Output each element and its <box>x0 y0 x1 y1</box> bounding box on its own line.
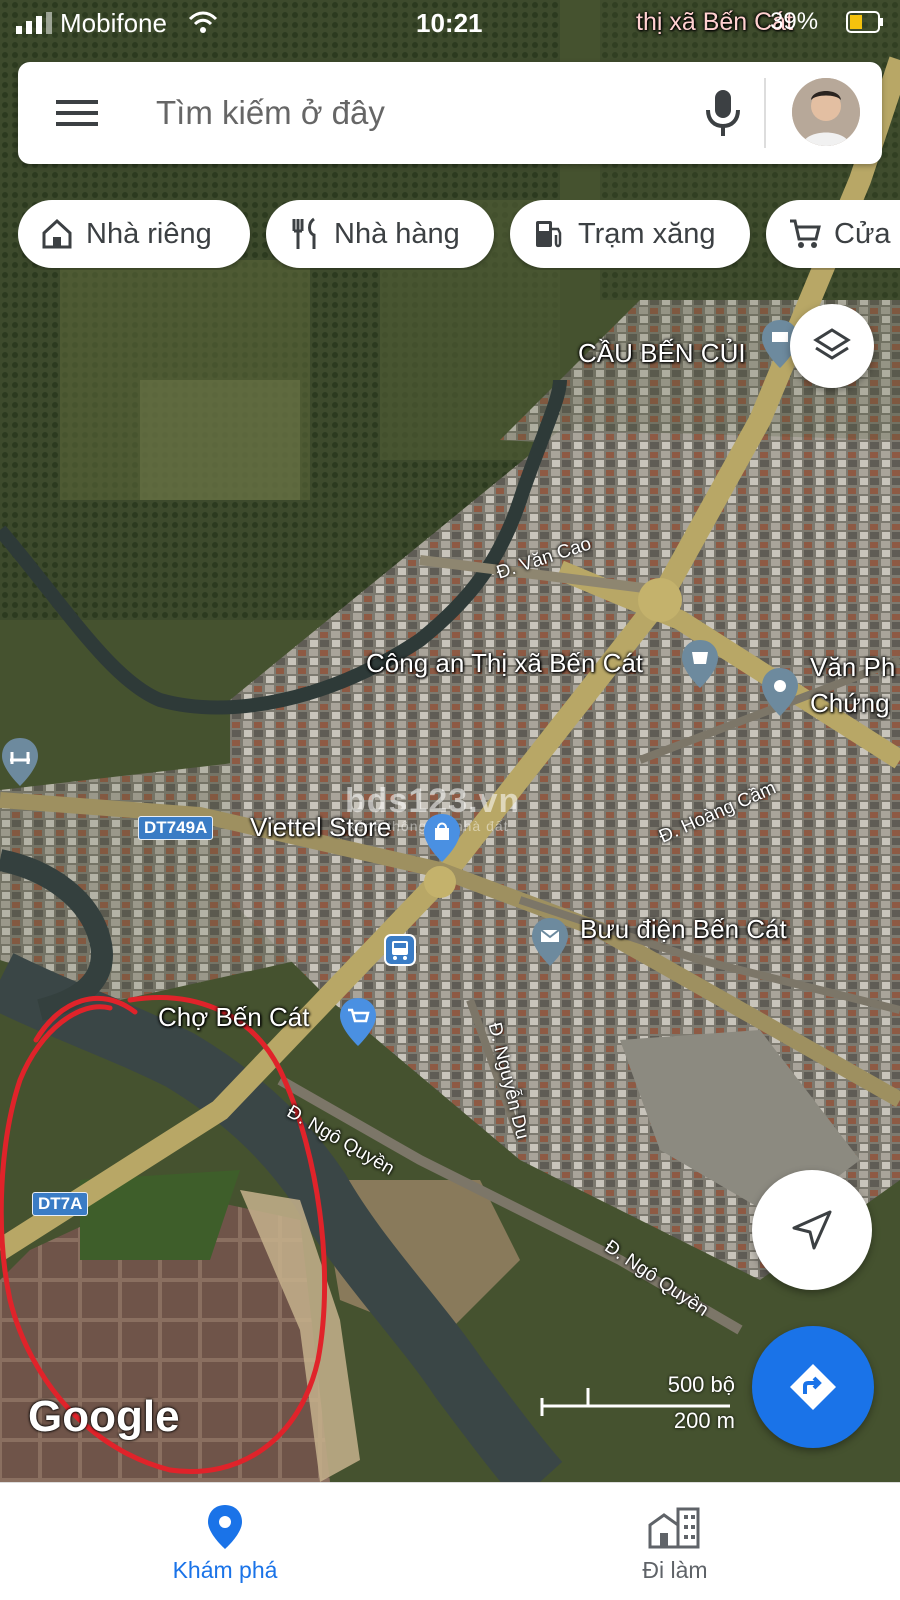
map-scale: 500 bộ 200 m <box>540 1372 735 1433</box>
tab-explore-label: Khám phá <box>172 1557 278 1583</box>
location-pin-icon <box>208 1505 242 1549</box>
search-divider <box>764 78 766 148</box>
chip-label: Trạm xăng <box>578 217 716 250</box>
directions-button[interactable] <box>752 1326 874 1448</box>
battery-percent: 39% <box>770 8 819 35</box>
layers-button[interactable] <box>790 304 874 388</box>
office-pin-icon[interactable] <box>760 666 800 718</box>
clock: 10:21 <box>416 8 483 38</box>
shopping-pin-icon[interactable] <box>422 812 462 864</box>
microphone-icon[interactable] <box>698 86 748 140</box>
map-label-van-phong-line1[interactable]: Văn Ph <box>810 652 895 683</box>
cart-icon <box>790 219 821 248</box>
status-bar: Mobifone 10:21 39% <box>0 0 900 50</box>
avatar-icon <box>792 78 860 146</box>
bottom-navigation: Khám phá Đi làm <box>0 1482 900 1600</box>
signal-icon <box>16 12 52 34</box>
police-pin-icon[interactable] <box>680 638 720 690</box>
category-chips: Nhà riêng Nhà hàng Trạm xăng Cửa <box>18 200 900 270</box>
chip-label: Cửa <box>834 217 891 250</box>
chip-gas-stations[interactable]: Trạm xăng <box>510 200 750 268</box>
restaurant-icon <box>292 217 316 249</box>
search-input[interactable]: Tìm kiếm ở đây <box>156 94 385 132</box>
wifi-icon <box>188 11 218 33</box>
map-label-cho-ben-cat[interactable]: Chợ Bến Cát <box>158 1002 309 1033</box>
route-badge-dt749a: DT749A <box>138 816 214 840</box>
map-label-cong-an[interactable]: Công an Thị xã Bến Cát <box>366 648 643 679</box>
layers-icon <box>813 328 851 360</box>
bus-stop-icon[interactable] <box>384 934 416 966</box>
battery-icon <box>846 11 883 33</box>
chip-label: Nhà riêng <box>86 217 212 250</box>
chip-label: Nhà hàng <box>334 217 460 250</box>
my-location-button[interactable] <box>752 1170 872 1290</box>
market-pin-icon[interactable] <box>338 996 378 1048</box>
map-label-van-phong-line2[interactable]: Chứng <box>810 688 890 719</box>
tab-explore[interactable]: Khám phá <box>0 1483 450 1600</box>
user-avatar[interactable] <box>792 78 860 146</box>
google-logo: Google <box>28 1392 180 1441</box>
chip-shops[interactable]: Cửa <box>766 200 900 268</box>
gas-station-icon <box>536 221 562 248</box>
hamburger-menu-icon[interactable] <box>56 92 98 134</box>
tab-commute-label: Đi làm <box>642 1557 708 1583</box>
chip-restaurants[interactable]: Nhà hàng <box>266 200 494 268</box>
home-icon <box>42 218 72 249</box>
scale-metric: 200 m <box>673 1408 735 1433</box>
commute-building-icon <box>648 1507 700 1549</box>
map-label-buu-dien[interactable]: Bưu điện Bến Cát <box>580 914 787 945</box>
tab-commute[interactable]: Đi làm <box>450 1483 900 1600</box>
bridge-pin-icon[interactable] <box>0 736 40 788</box>
search-bar[interactable]: Tìm kiếm ở đây <box>18 62 882 164</box>
carrier-name: Mobifone <box>60 8 167 38</box>
chip-home[interactable]: Nhà riêng <box>18 200 250 268</box>
scale-imperial: 500 bộ <box>667 1372 735 1397</box>
navigation-arrow-icon <box>792 1210 832 1250</box>
map-label-cau-ben-cui[interactable]: CẦU BẾN CỦI <box>578 338 746 369</box>
route-badge-dt7a: DT7A <box>32 1192 89 1216</box>
directions-icon <box>790 1364 836 1410</box>
post-office-pin-icon[interactable] <box>530 916 570 968</box>
